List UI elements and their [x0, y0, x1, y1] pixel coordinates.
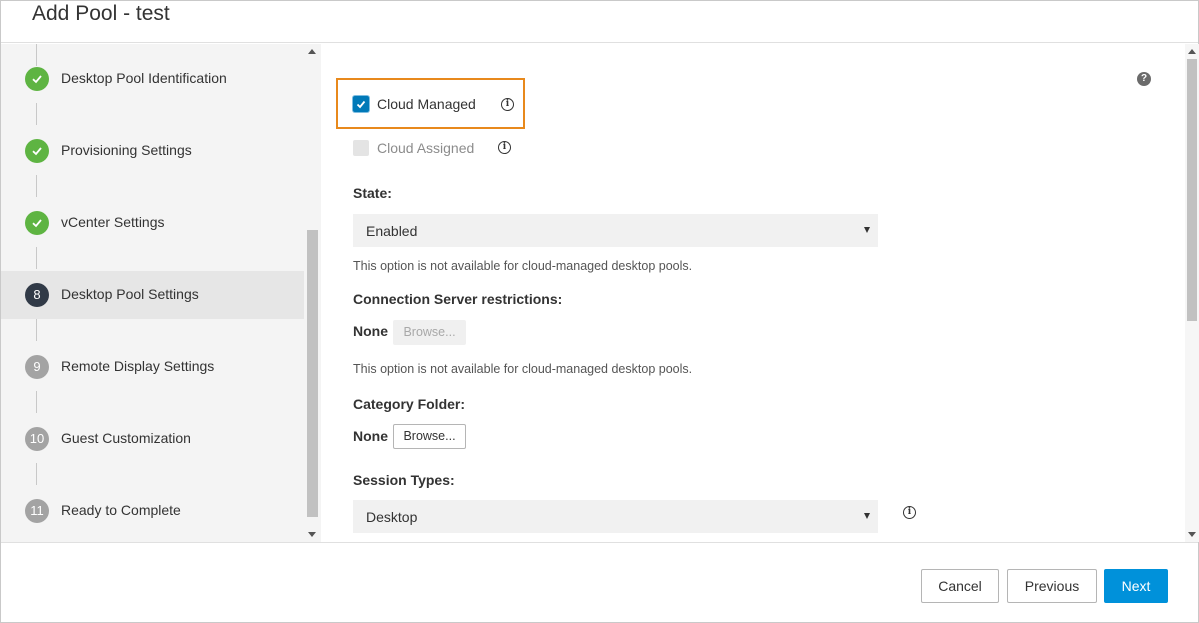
- help-icon[interactable]: ?: [1137, 72, 1151, 86]
- sidebar-scrollbar[interactable]: [304, 44, 321, 542]
- step-label: Ready to Complete: [61, 502, 181, 518]
- info-icon[interactable]: i: [903, 506, 916, 519]
- state-select[interactable]: Enabled: [353, 214, 878, 247]
- step-number-badge: 11: [25, 499, 49, 523]
- step-connector: [36, 319, 37, 341]
- step-label: Guest Customization: [61, 430, 191, 446]
- wizard-steps-sidebar: Desktop Pool Identification Provisioning…: [1, 44, 304, 542]
- dialog-footer: Cancel Previous Next: [1, 542, 1198, 622]
- step-guest-customization[interactable]: 10 Guest Customization: [1, 415, 304, 463]
- scroll-down-arrow-icon[interactable]: [1188, 532, 1196, 537]
- step-number-badge: 9: [25, 355, 49, 379]
- scrollbar-thumb[interactable]: [307, 230, 318, 517]
- caret-down-icon: [864, 513, 870, 519]
- category-folder-label: Category Folder:: [353, 396, 466, 412]
- step-connector: [36, 463, 37, 485]
- info-icon[interactable]: i: [501, 98, 514, 111]
- previous-button[interactable]: Previous: [1007, 569, 1097, 603]
- step-desktop-pool-settings[interactable]: 8 Desktop Pool Settings: [1, 271, 304, 319]
- category-folder-value: None: [353, 428, 388, 444]
- step-connector: [36, 391, 37, 413]
- step-label: Provisioning Settings: [61, 142, 192, 158]
- state-label: State:: [353, 185, 392, 201]
- step-desktop-pool-identification[interactable]: Desktop Pool Identification: [1, 55, 304, 103]
- connection-server-hint: This option is not available for cloud-m…: [353, 362, 693, 376]
- step-connector: [36, 103, 37, 125]
- cloud-managed-checkbox[interactable]: [353, 96, 369, 112]
- scroll-up-arrow-icon[interactable]: [1188, 49, 1196, 54]
- state-hint: This option is not available for cloud-m…: [353, 259, 693, 273]
- pool-settings-form: ? Cloud Managed i Cloud Assigned i State…: [321, 44, 1185, 542]
- add-pool-dialog: Add Pool - test Desktop Pool Identificat…: [0, 0, 1199, 623]
- step-label: Remote Display Settings: [61, 358, 215, 374]
- info-icon[interactable]: i: [498, 141, 511, 154]
- cloud-assigned-label: Cloud Assigned: [377, 140, 475, 156]
- dialog-title: Add Pool - test: [32, 2, 170, 25]
- session-types-label: Session Types:: [353, 472, 455, 488]
- checkmark-icon: [25, 211, 49, 235]
- step-number-badge: 8: [25, 283, 49, 307]
- connection-server-value: None: [353, 323, 388, 339]
- content-scrollbar[interactable]: [1185, 44, 1199, 542]
- step-connector: [36, 247, 37, 269]
- scroll-down-arrow-icon[interactable]: [308, 532, 316, 537]
- step-connector: [36, 175, 37, 197]
- step-number-badge: 10: [25, 427, 49, 451]
- session-types-select-value: Desktop: [366, 509, 418, 525]
- cloud-assigned-checkbox: [353, 140, 369, 156]
- scroll-up-arrow-icon[interactable]: [308, 49, 316, 54]
- cloud-managed-label: Cloud Managed: [377, 96, 476, 112]
- connection-server-browse-button: Browse...: [393, 320, 466, 345]
- checkmark-icon: [25, 67, 49, 91]
- category-folder-browse-button[interactable]: Browse...: [393, 424, 466, 449]
- next-button[interactable]: Next: [1104, 569, 1168, 603]
- cancel-button[interactable]: Cancel: [921, 569, 999, 603]
- connection-server-restrictions-label: Connection Server restrictions:: [353, 291, 563, 307]
- state-select-value: Enabled: [366, 223, 418, 239]
- session-types-select[interactable]: Desktop: [353, 500, 878, 533]
- step-vcenter-settings[interactable]: vCenter Settings: [1, 199, 304, 247]
- step-provisioning-settings[interactable]: Provisioning Settings: [1, 127, 304, 175]
- caret-down-icon: [864, 227, 870, 233]
- step-label: Desktop Pool Settings: [61, 286, 199, 302]
- dialog-header: Add Pool - test: [1, 1, 1198, 43]
- step-ready-to-complete[interactable]: 11 Ready to Complete: [1, 487, 304, 535]
- step-remote-display-settings[interactable]: 9 Remote Display Settings: [1, 343, 304, 391]
- cloud-assigned-checkbox-row: Cloud Assigned i: [353, 139, 523, 159]
- cloud-managed-checkbox-row[interactable]: Cloud Managed i: [353, 95, 523, 115]
- checkmark-icon: [25, 139, 49, 163]
- step-label: vCenter Settings: [61, 214, 165, 230]
- step-label: Desktop Pool Identification: [61, 70, 227, 86]
- scrollbar-thumb[interactable]: [1187, 59, 1197, 321]
